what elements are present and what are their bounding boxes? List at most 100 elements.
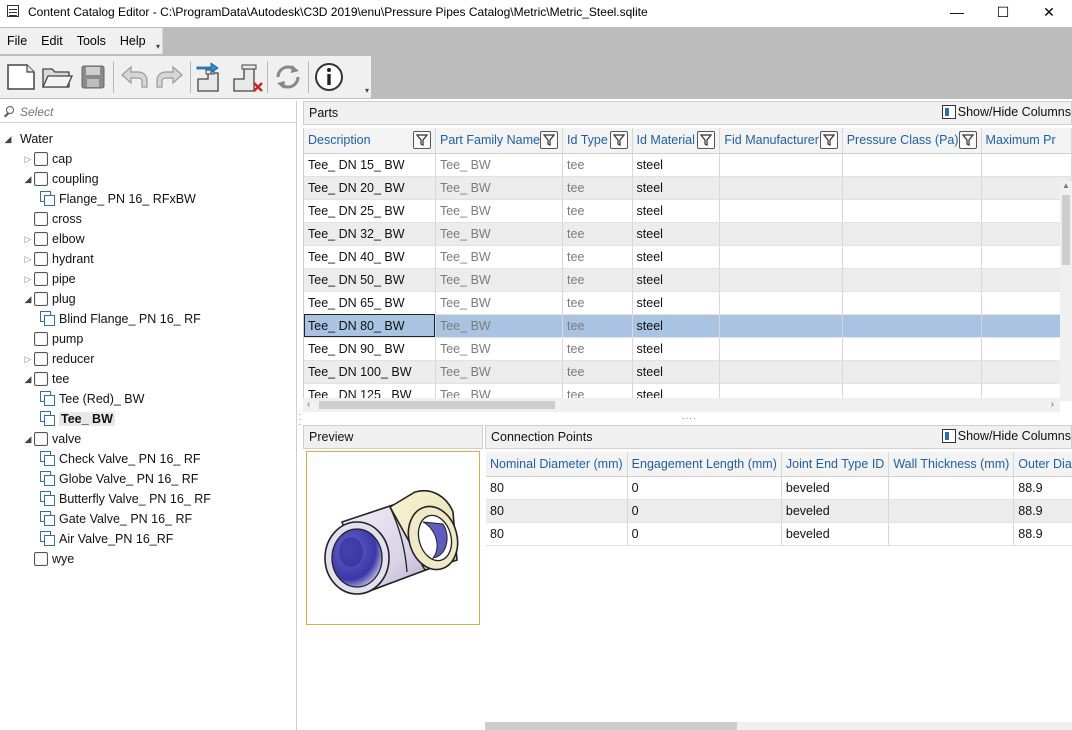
table-cell[interactable] — [842, 222, 982, 246]
table-cell[interactable]: steel — [632, 291, 721, 315]
table-cell[interactable]: 0 — [627, 522, 782, 546]
table-cell[interactable] — [842, 199, 982, 223]
table-row[interactable]: Tee_ DN 50_ BW Tee_ BW tee steel — [304, 268, 1072, 292]
table-cell[interactable] — [842, 314, 982, 338]
column-header[interactable]: Engagement Length (mm) — [627, 452, 782, 477]
table-cell[interactable]: steel — [632, 337, 721, 361]
column-header[interactable]: Pressure Class (Pa) — [842, 128, 982, 154]
table-cell[interactable] — [981, 291, 1072, 315]
table-cell[interactable]: steel — [632, 222, 721, 246]
tree-item[interactable]: pump — [22, 329, 83, 349]
table-cell[interactable]: tee — [562, 199, 633, 223]
tree-item[interactable]: Gate Valve_ PN 16_ RF — [40, 509, 192, 529]
refresh-button[interactable] — [270, 59, 306, 95]
export-part-button[interactable] — [193, 59, 229, 95]
collapsed-arrow-icon[interactable]: ▷ — [22, 354, 34, 365]
table-cell[interactable]: Tee_ BW — [435, 360, 564, 384]
info-button[interactable] — [311, 59, 347, 95]
table-cell[interactable]: tee — [562, 268, 633, 292]
tree-item[interactable]: cross — [22, 209, 82, 229]
column-header[interactable]: Outer Diameter — [1013, 452, 1072, 477]
table-cell[interactable]: steel — [632, 199, 721, 223]
menu-file[interactable]: File — [0, 34, 34, 48]
collapsed-arrow-icon[interactable]: ▷ — [22, 254, 34, 265]
parts-hscroll-thumb[interactable] — [319, 401, 555, 409]
table-row[interactable]: Tee_ DN 80_ BW Tee_ BW tee steel — [304, 314, 1072, 338]
table-cell[interactable]: tee — [562, 291, 633, 315]
scroll-up-icon[interactable]: ▲ — [1060, 181, 1072, 190]
expanded-arrow-icon[interactable]: ◢ — [22, 374, 34, 385]
table-cell[interactable] — [888, 522, 1015, 546]
table-row[interactable]: Tee_ DN 90_ BW Tee_ BW tee steel — [304, 337, 1072, 361]
close-button[interactable]: ✕ — [1026, 0, 1072, 24]
table-cell[interactable]: 80 — [486, 499, 628, 523]
connection-show-hide-columns[interactable]: Show/Hide Columns — [941, 429, 1071, 443]
connection-hscroll-thumb[interactable] — [485, 722, 737, 730]
table-cell[interactable] — [842, 153, 982, 177]
table-cell[interactable] — [842, 360, 982, 384]
expanded-arrow-icon[interactable]: ◢ — [2, 134, 14, 145]
table-row[interactable]: Tee_ DN 100_ BW Tee_ BW tee steel — [304, 360, 1072, 384]
table-cell[interactable] — [981, 245, 1072, 269]
table-cell[interactable] — [719, 337, 843, 361]
collapsed-arrow-icon[interactable]: ▷ — [22, 274, 34, 285]
tree-root[interactable]: ◢ Water — [2, 129, 53, 149]
table-cell[interactable] — [981, 153, 1072, 177]
table-cell[interactable] — [888, 476, 1015, 500]
table-cell[interactable]: Tee_ BW — [435, 176, 564, 200]
table-row[interactable]: Tee_ DN 15_ BW Tee_ BW tee steel — [304, 153, 1072, 177]
table-cell[interactable]: Tee_ BW — [435, 314, 564, 338]
table-cell[interactable]: 0 — [627, 499, 782, 523]
table-cell[interactable] — [842, 268, 982, 292]
expanded-arrow-icon[interactable]: ◢ — [22, 294, 34, 305]
filter-icon[interactable] — [609, 131, 628, 150]
table-cell[interactable]: beveled — [781, 476, 890, 500]
table-cell[interactable] — [719, 268, 843, 292]
undo-button[interactable] — [116, 59, 152, 95]
table-cell[interactable]: tee — [562, 337, 633, 361]
column-header[interactable]: Part Family Name — [435, 128, 564, 154]
tree-item[interactable]: ▷ cap — [22, 149, 72, 169]
table-cell[interactable]: Tee_ DN 15_ BW — [304, 153, 436, 177]
table-cell[interactable]: tee — [562, 245, 633, 269]
column-header[interactable]: Id Material — [632, 128, 721, 154]
menu-overflow-icon[interactable]: ▾ — [156, 42, 160, 51]
new-file-button[interactable] — [3, 59, 39, 95]
table-cell[interactable]: steel — [632, 153, 721, 177]
column-header[interactable]: Fid Manufacturer — [719, 128, 843, 154]
table-cell[interactable] — [719, 176, 843, 200]
table-cell[interactable]: tee — [562, 222, 633, 246]
table-row[interactable]: Tee_ DN 32_ BW Tee_ BW tee steel — [304, 222, 1072, 246]
filter-icon[interactable] — [958, 131, 977, 150]
filter-icon[interactable] — [540, 131, 559, 150]
table-cell[interactable]: steel — [632, 245, 721, 269]
table-cell[interactable] — [888, 499, 1015, 523]
table-cell[interactable]: Tee_ BW — [435, 268, 564, 292]
tree-item[interactable]: ◢ coupling — [22, 169, 99, 189]
minimize-button[interactable]: — — [934, 0, 980, 24]
collapsed-arrow-icon[interactable]: ▷ — [22, 234, 34, 245]
table-row[interactable]: 80 0 beveled 88.9 — [486, 499, 1072, 523]
table-cell[interactable]: Tee_ BW — [435, 337, 564, 361]
table-cell[interactable] — [981, 268, 1072, 292]
column-header[interactable]: Nominal Diameter (mm) — [486, 452, 628, 477]
table-cell[interactable]: Tee_ DN 80_ BW — [304, 314, 436, 338]
table-row[interactable]: 80 0 beveled 88.9 — [486, 476, 1072, 500]
column-header[interactable]: Id Type — [562, 128, 633, 154]
tree-item[interactable]: ▷ pipe — [22, 269, 76, 289]
table-cell[interactable] — [981, 360, 1072, 384]
table-cell[interactable] — [719, 153, 843, 177]
tree-item[interactable]: wye — [22, 549, 74, 569]
table-cell[interactable] — [719, 314, 843, 338]
tree-item[interactable]: Blind Flange_ PN 16_ RF — [40, 309, 201, 329]
table-cell[interactable]: 0 — [627, 476, 782, 500]
filter-icon[interactable] — [697, 131, 716, 150]
table-row[interactable]: Tee_ DN 20_ BW Tee_ BW tee steel — [304, 176, 1072, 200]
search-input[interactable] — [18, 104, 278, 119]
menu-edit[interactable]: Edit — [34, 34, 70, 48]
delete-part-button[interactable] — [229, 59, 265, 95]
table-cell[interactable] — [981, 314, 1072, 338]
table-row[interactable]: 80 0 beveled 88.9 — [486, 522, 1072, 546]
table-cell[interactable]: Tee_ DN 25_ BW — [304, 199, 436, 223]
table-cell[interactable]: 80 — [486, 476, 628, 500]
